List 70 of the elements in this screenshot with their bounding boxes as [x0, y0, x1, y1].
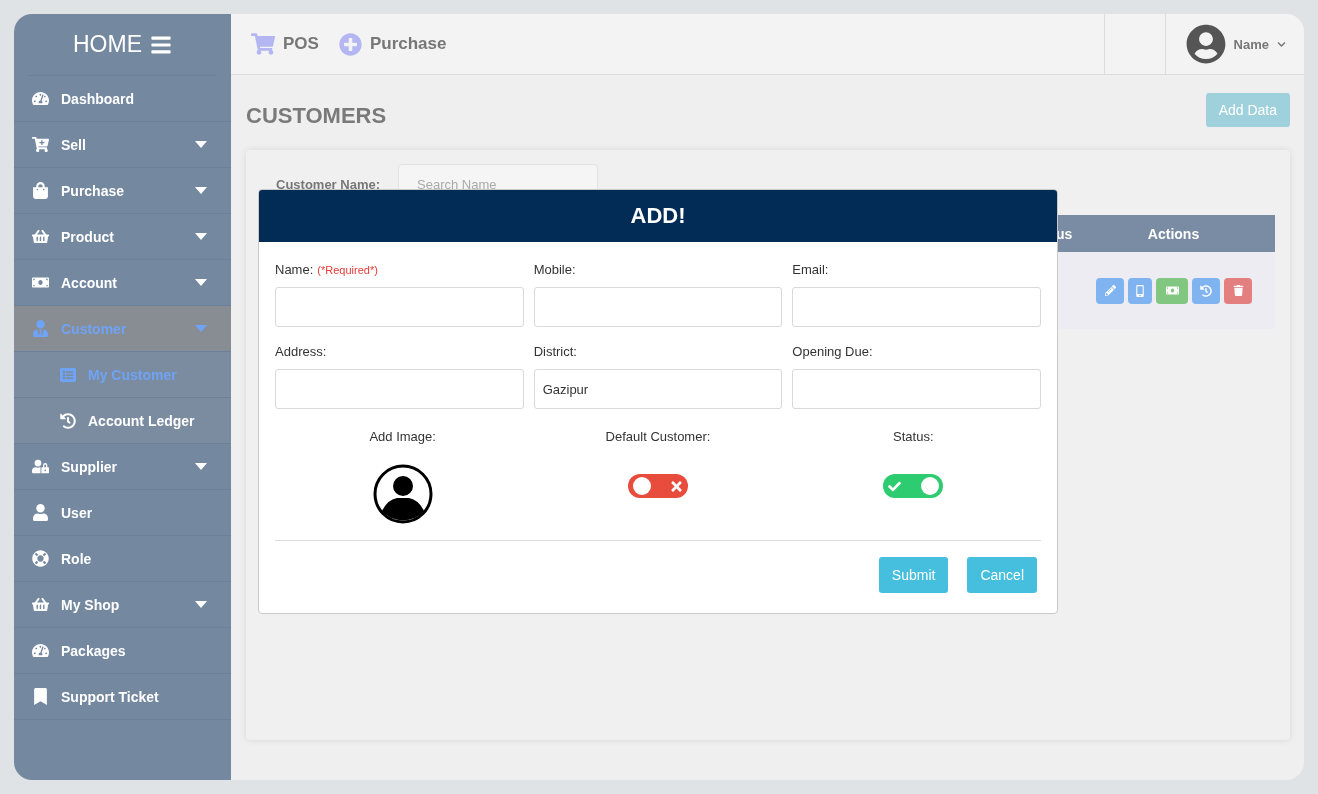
money-icon: [1165, 284, 1179, 297]
column-heading: Actions: [1146, 225, 1201, 242]
sidebar-item[interactable]: Support Ticket: [14, 674, 231, 720]
delete-button[interactable]: [1224, 277, 1252, 304]
avatar-icon: [1185, 24, 1226, 64]
field-label: Mobile:: [533, 262, 576, 277]
nav-link[interactable]: POS: [251, 32, 319, 56]
sidebar-item[interactable]: User: [14, 490, 231, 536]
edit-button[interactable]: [1096, 277, 1124, 304]
nav-link[interactable]: Purchase: [338, 32, 447, 56]
input-field[interactable]: [792, 287, 1041, 327]
sidebar-title[interactable]: HOME: [73, 31, 142, 58]
page-title: CUSTOMERS: [246, 103, 387, 129]
submit-button[interactable]: Submit: [878, 557, 949, 593]
sidebar-item[interactable]: Packages: [14, 628, 231, 674]
input-field[interactable]: [792, 369, 1041, 409]
basket-icon: [32, 228, 49, 245]
bookmark-icon: [32, 688, 49, 705]
sidebar-subitem[interactable]: Account Ledger: [14, 398, 231, 444]
history-icon: [1200, 284, 1212, 297]
list-icon: [60, 366, 76, 383]
sidebar-item[interactable]: My Shop: [14, 582, 231, 628]
sidebar-item[interactable]: Role: [14, 536, 231, 582]
sidebar-item[interactable]: Product: [14, 214, 231, 260]
toggle-switch[interactable]: [628, 474, 688, 498]
sidebar-item[interactable]: Purchase: [14, 168, 231, 214]
lifebuoy-icon: [32, 550, 49, 567]
gauge-icon: [32, 90, 49, 107]
field-label: Opening Due:: [792, 344, 873, 359]
mobile-icon: [1134, 284, 1146, 297]
user-icon: [32, 504, 49, 521]
toggle-label: Default Customer:: [605, 429, 711, 444]
cancel-button[interactable]: Cancel: [967, 557, 1037, 593]
input-field[interactable]: [275, 287, 524, 327]
image-label: Add Image:: [369, 429, 436, 444]
sidebar-item[interactable]: Supplier: [14, 444, 231, 490]
required-note: (*Required*): [317, 264, 378, 276]
history-button[interactable]: [1192, 277, 1220, 304]
input-field[interactable]: Gazipur: [533, 369, 783, 409]
cart-icon: [251, 32, 275, 56]
field-label: Address:: [275, 344, 327, 359]
avatar-upload-icon[interactable]: [372, 464, 433, 524]
bag-icon: [32, 182, 49, 199]
chevron-icon: [1277, 39, 1286, 49]
close-icon: [669, 478, 684, 494]
user-icon: [32, 320, 49, 337]
sidebar-item[interactable]: Sell: [14, 122, 231, 168]
cart-icon: [32, 136, 49, 153]
user-lock-icon: [32, 458, 49, 475]
toggle-switch[interactable]: [883, 474, 944, 498]
field-label: Email:: [792, 262, 829, 277]
money-button[interactable]: [1156, 277, 1188, 304]
dialog-title: ADD!: [259, 190, 1057, 242]
filter-label: Customer Name:: [276, 176, 381, 192]
plus-icon: [338, 32, 362, 56]
field-label: Name:: [275, 262, 314, 277]
input-field[interactable]: [275, 369, 524, 409]
user-menu[interactable]: Name: [1165, 24, 1304, 64]
pencil-icon: [1104, 285, 1116, 296]
history-icon: [60, 412, 76, 429]
check-icon: [888, 479, 902, 493]
basket-icon: [32, 596, 49, 613]
mobile-button[interactable]: [1128, 277, 1152, 304]
gauge-icon: [32, 642, 49, 659]
field-label: District:: [533, 344, 577, 359]
input-field[interactable]: [533, 287, 783, 327]
sidebar-item[interactable]: Dashboard: [14, 76, 231, 122]
money-icon: [32, 274, 49, 291]
trash-icon: [1232, 285, 1244, 296]
toggle-label: Status:: [893, 429, 934, 444]
